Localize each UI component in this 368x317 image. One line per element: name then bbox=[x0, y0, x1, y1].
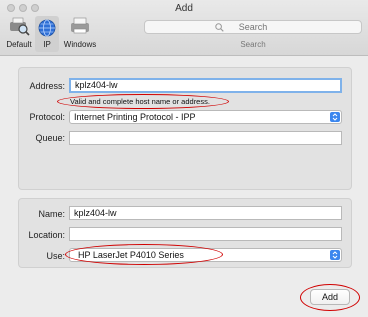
protocol-stepper[interactable] bbox=[330, 112, 340, 122]
name-label: Name: bbox=[38, 209, 65, 219]
up-down-arrows-icon bbox=[332, 251, 338, 259]
search-icon bbox=[215, 23, 224, 32]
address-label: Address: bbox=[29, 81, 65, 91]
search-input[interactable] bbox=[145, 21, 361, 33]
location-label: Location: bbox=[28, 230, 65, 240]
toolbar-ip-button[interactable]: IP bbox=[35, 16, 59, 52]
annotation-oval-use bbox=[65, 244, 223, 265]
queue-field[interactable] bbox=[69, 131, 342, 145]
windows-printer-icon bbox=[71, 17, 89, 34]
window-titlebar: Add Default IP Windows Search Search bbox=[0, 0, 368, 56]
window-title: Add bbox=[175, 3, 193, 14]
address-field[interactable]: kplz404-lw bbox=[69, 78, 342, 93]
name-field[interactable]: kplz404-lw bbox=[69, 206, 342, 220]
protocol-label: Protocol: bbox=[29, 112, 65, 122]
use-label: Use: bbox=[46, 251, 65, 261]
toolbar-windows-label: Windows bbox=[63, 40, 97, 49]
search-field[interactable] bbox=[144, 20, 362, 34]
queue-label: Queue: bbox=[35, 133, 65, 143]
search-label: Search bbox=[240, 40, 266, 49]
globe-icon bbox=[38, 19, 56, 37]
toolbar-ip-label: IP bbox=[43, 40, 51, 49]
protocol-select[interactable]: Internet Printing Protocol - IPP bbox=[69, 110, 342, 124]
location-field[interactable] bbox=[69, 227, 342, 241]
details-panel: Name: kplz404-lw Location: Use: HP Laser… bbox=[18, 198, 352, 268]
connection-panel: Address: kplz404-lw Valid and complete h… bbox=[18, 67, 352, 190]
protocol-select-value: Internet Printing Protocol - IPP bbox=[74, 112, 196, 122]
toolbar-default-button[interactable]: Default bbox=[5, 16, 33, 49]
printer-magnifier-icon bbox=[10, 17, 30, 36]
use-stepper[interactable] bbox=[330, 250, 340, 260]
toolbar-default-label: Default bbox=[6, 40, 32, 49]
toolbar-windows-button[interactable]: Windows bbox=[62, 16, 98, 49]
up-down-arrows-icon bbox=[332, 113, 338, 121]
annotation-oval-add bbox=[300, 284, 360, 311]
address-validation-text: Valid and complete host name or address. bbox=[70, 97, 210, 106]
